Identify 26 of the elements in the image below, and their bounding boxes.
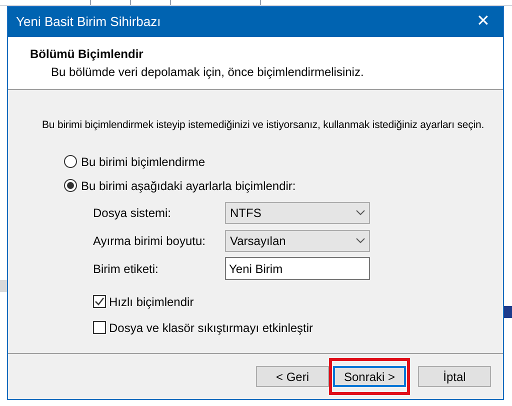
dropdown[interactable]: Varsayılan xyxy=(225,230,370,252)
radio-label: Bu birimi biçimlendirme xyxy=(81,154,206,171)
checkbox-label: Hızlı biçimlendir xyxy=(109,294,194,311)
radio-button[interactable] xyxy=(64,155,77,168)
chevron-down-icon xyxy=(356,210,365,216)
wizard-button[interactable]: Sonraki > xyxy=(333,366,406,387)
page-subtitle: Bu bölümde veri depolamak için, önce biçimlendirmelisiniz. xyxy=(50,64,364,81)
window-title: Yeni Basit Birim Sihirbazı xyxy=(16,13,161,32)
radio-label: Bu birimi aşağıdaki ayarlarla biçimlendir: xyxy=(81,178,296,195)
checkbox[interactable] xyxy=(93,295,106,308)
checkbox[interactable] xyxy=(93,321,106,334)
page-title: Bölümü Biçimlendir xyxy=(30,46,144,63)
field-label: Ayırma birimi boyutu: xyxy=(93,232,206,250)
background-panel-strip xyxy=(0,280,7,292)
close-button[interactable]: ✕ xyxy=(463,7,503,37)
field-label: Dosya sistemi: xyxy=(93,204,172,222)
input-field[interactable]: Yeni Birim xyxy=(225,257,370,280)
wizard-button[interactable]: < Geri xyxy=(256,366,329,387)
checkbox-label: Dosya ve klasör sıkıştırmayı etkinleştir xyxy=(109,320,314,337)
background-volume-bar xyxy=(504,306,512,318)
field-label: Birim etiketi: xyxy=(93,260,160,278)
chevron-down-icon xyxy=(356,238,365,244)
radio-button[interactable] xyxy=(64,179,77,192)
wizard-button[interactable]: İptal xyxy=(418,366,491,387)
dropdown[interactable]: NTFS xyxy=(225,202,370,224)
instruction-text: Bu birimi biçimlendirmek isteyip istemediğinizi ve istiyorsanız, kullanmak istediğiniz ayarları seçin. xyxy=(42,118,484,133)
